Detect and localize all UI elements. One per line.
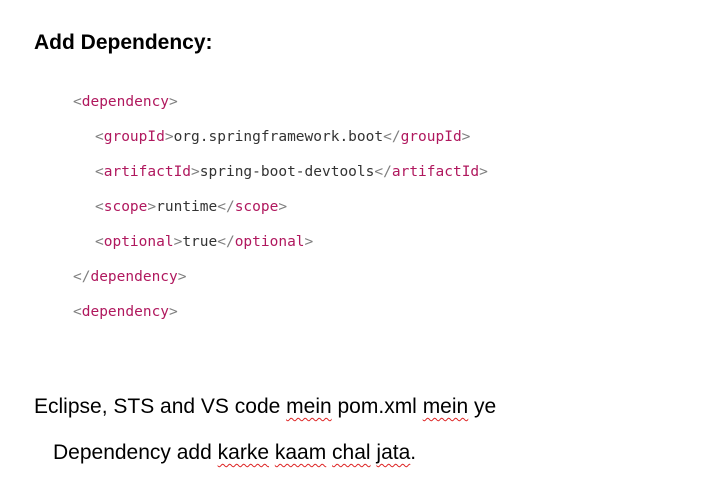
code-line-optional: <optional>true</optional> bbox=[95, 234, 314, 250]
xml-tag: artifactId bbox=[103, 164, 192, 180]
prose-line-1: Eclipse, STS and VS code mein pom.xml me… bbox=[34, 395, 496, 419]
text: . bbox=[410, 441, 417, 464]
xml-tag: artifactId bbox=[391, 164, 480, 180]
xml-value: spring-boot-devtools bbox=[199, 164, 375, 180]
xml-tag: groupId bbox=[103, 129, 165, 145]
xml-tag: optional bbox=[103, 234, 174, 250]
xml-tag: dependency bbox=[81, 94, 170, 110]
xml-tag: dependency bbox=[90, 269, 178, 285]
xml-value: true bbox=[182, 234, 218, 250]
text: pom.xml bbox=[331, 395, 423, 418]
misspelled-word: kaam bbox=[274, 441, 327, 464]
misspelled-word: jata bbox=[376, 441, 411, 464]
misspelled-word: mein bbox=[286, 395, 332, 418]
code-line-scope: <scope>runtime</scope> bbox=[95, 199, 288, 215]
code-line-artifactid: <artifactId>spring-boot-devtools</artifa… bbox=[95, 164, 488, 180]
misspelled-word: chal bbox=[332, 441, 371, 464]
misspelled-word: karke bbox=[217, 441, 269, 464]
xml-tag: groupId bbox=[400, 129, 462, 145]
code-line-dependency-open-2: <dependency> bbox=[73, 304, 178, 320]
prose-line-2: Dependency add karke kaam chal jata. bbox=[53, 441, 416, 465]
xml-tag: dependency bbox=[81, 304, 170, 320]
xml-tag: optional bbox=[234, 234, 305, 250]
misspelled-word: mein bbox=[422, 395, 469, 418]
xml-tag: scope bbox=[234, 199, 279, 215]
code-line-dependency-open: <dependency> bbox=[73, 94, 178, 110]
xml-value: org.springframework.boot bbox=[173, 129, 384, 145]
text: Eclipse, STS and VS code bbox=[34, 395, 287, 418]
page-heading: Add Dependency: bbox=[34, 31, 213, 54]
text: Dependency add bbox=[53, 441, 218, 464]
xml-tag: scope bbox=[103, 199, 148, 215]
code-line-groupid: <groupId>org.springframework.boot</group… bbox=[95, 129, 471, 145]
code-line-dependency-close: </dependency> bbox=[73, 269, 187, 285]
xml-value: runtime bbox=[156, 199, 218, 215]
text: ye bbox=[468, 395, 497, 418]
